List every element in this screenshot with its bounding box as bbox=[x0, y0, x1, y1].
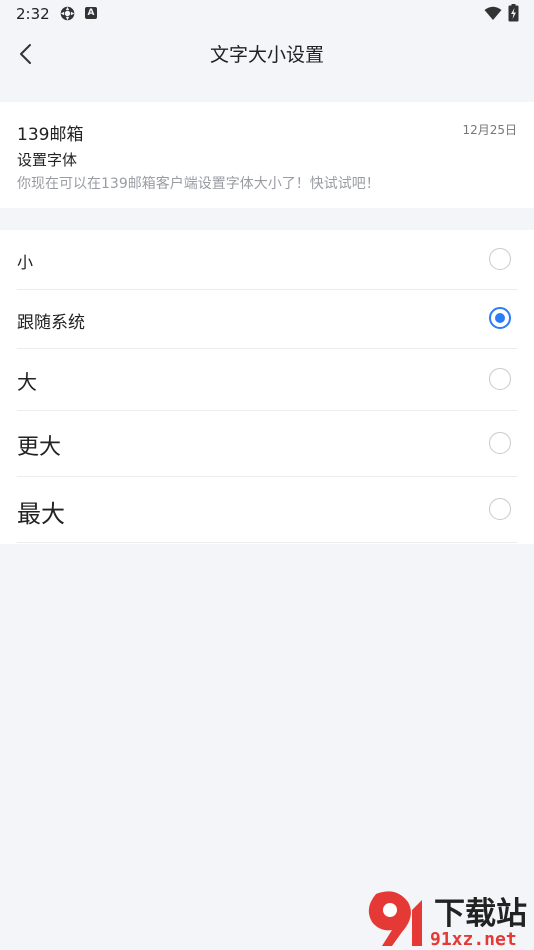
watermark-brand: 下载站 bbox=[434, 896, 527, 932]
preview-mail-card: 139邮箱 12月25日 设置字体 你现在可以在139邮箱客户端设置字体大小了！… bbox=[0, 102, 534, 208]
radio-button[interactable] bbox=[489, 368, 511, 390]
radio-button[interactable] bbox=[489, 498, 511, 520]
preview-sender: 139邮箱 bbox=[17, 125, 84, 145]
status-bar: 2:32 A bbox=[0, 0, 534, 28]
wifi-icon bbox=[484, 6, 502, 20]
navigation-bar: 文字大小设置 bbox=[0, 28, 534, 80]
page-title: 文字大小设置 bbox=[209, 44, 324, 66]
gear-icon bbox=[60, 6, 75, 21]
watermark-logo: 下载站 91xz.net bbox=[368, 891, 527, 948]
font-size-options: 小 跟随系统 大 更大 最大 bbox=[0, 230, 534, 544]
radio-button[interactable] bbox=[489, 432, 511, 454]
preview-body: 你现在可以在139邮箱客户端设置字体大小了！快试试吧！ bbox=[17, 176, 380, 192]
radio-button[interactable] bbox=[489, 248, 511, 270]
option-small[interactable]: 小 bbox=[0, 230, 534, 290]
option-label: 小 bbox=[17, 253, 34, 272]
status-time: 2:32 bbox=[16, 5, 50, 23]
option-large[interactable]: 大 bbox=[0, 349, 534, 411]
option-largest[interactable]: 最大 bbox=[0, 477, 534, 543]
battery-icon bbox=[508, 4, 519, 22]
option-label: 最大 bbox=[17, 500, 65, 528]
option-label: 大 bbox=[17, 370, 37, 394]
preview-subject: 设置字体 bbox=[17, 151, 78, 169]
watermark-domain: 91xz.net bbox=[430, 929, 517, 948]
a-notification-icon: A bbox=[85, 7, 97, 19]
divider bbox=[17, 542, 517, 543]
option-follow-system[interactable]: 跟随系统 bbox=[0, 290, 534, 349]
option-label: 跟随系统 bbox=[17, 313, 85, 333]
radio-button[interactable] bbox=[489, 307, 511, 329]
preview-date: 12月25日 bbox=[462, 123, 517, 137]
option-larger[interactable]: 更大 bbox=[0, 411, 534, 477]
option-label: 更大 bbox=[17, 435, 62, 460]
